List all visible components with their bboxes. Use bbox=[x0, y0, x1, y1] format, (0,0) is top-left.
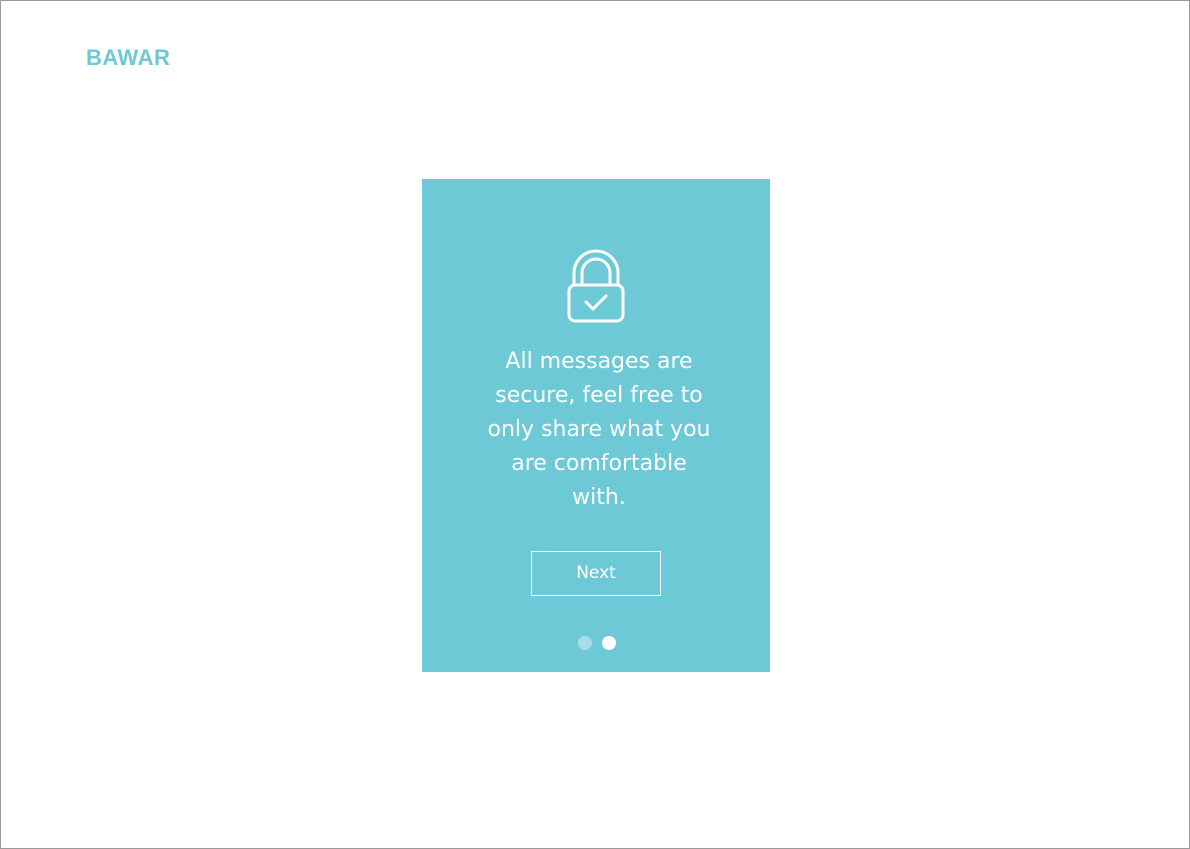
lock-check-icon bbox=[566, 246, 626, 324]
brand-logo: BAWAR bbox=[86, 45, 171, 70]
pagination-dot-1[interactable] bbox=[578, 636, 592, 650]
pagination-dot-2[interactable] bbox=[602, 636, 616, 650]
page-frame: BAWAR All messages are secure, feel free… bbox=[0, 0, 1190, 849]
next-button[interactable]: Next bbox=[531, 551, 661, 596]
onboarding-message: All messages are secure, feel free to on… bbox=[487, 349, 711, 510]
pagination-dots bbox=[578, 636, 616, 650]
